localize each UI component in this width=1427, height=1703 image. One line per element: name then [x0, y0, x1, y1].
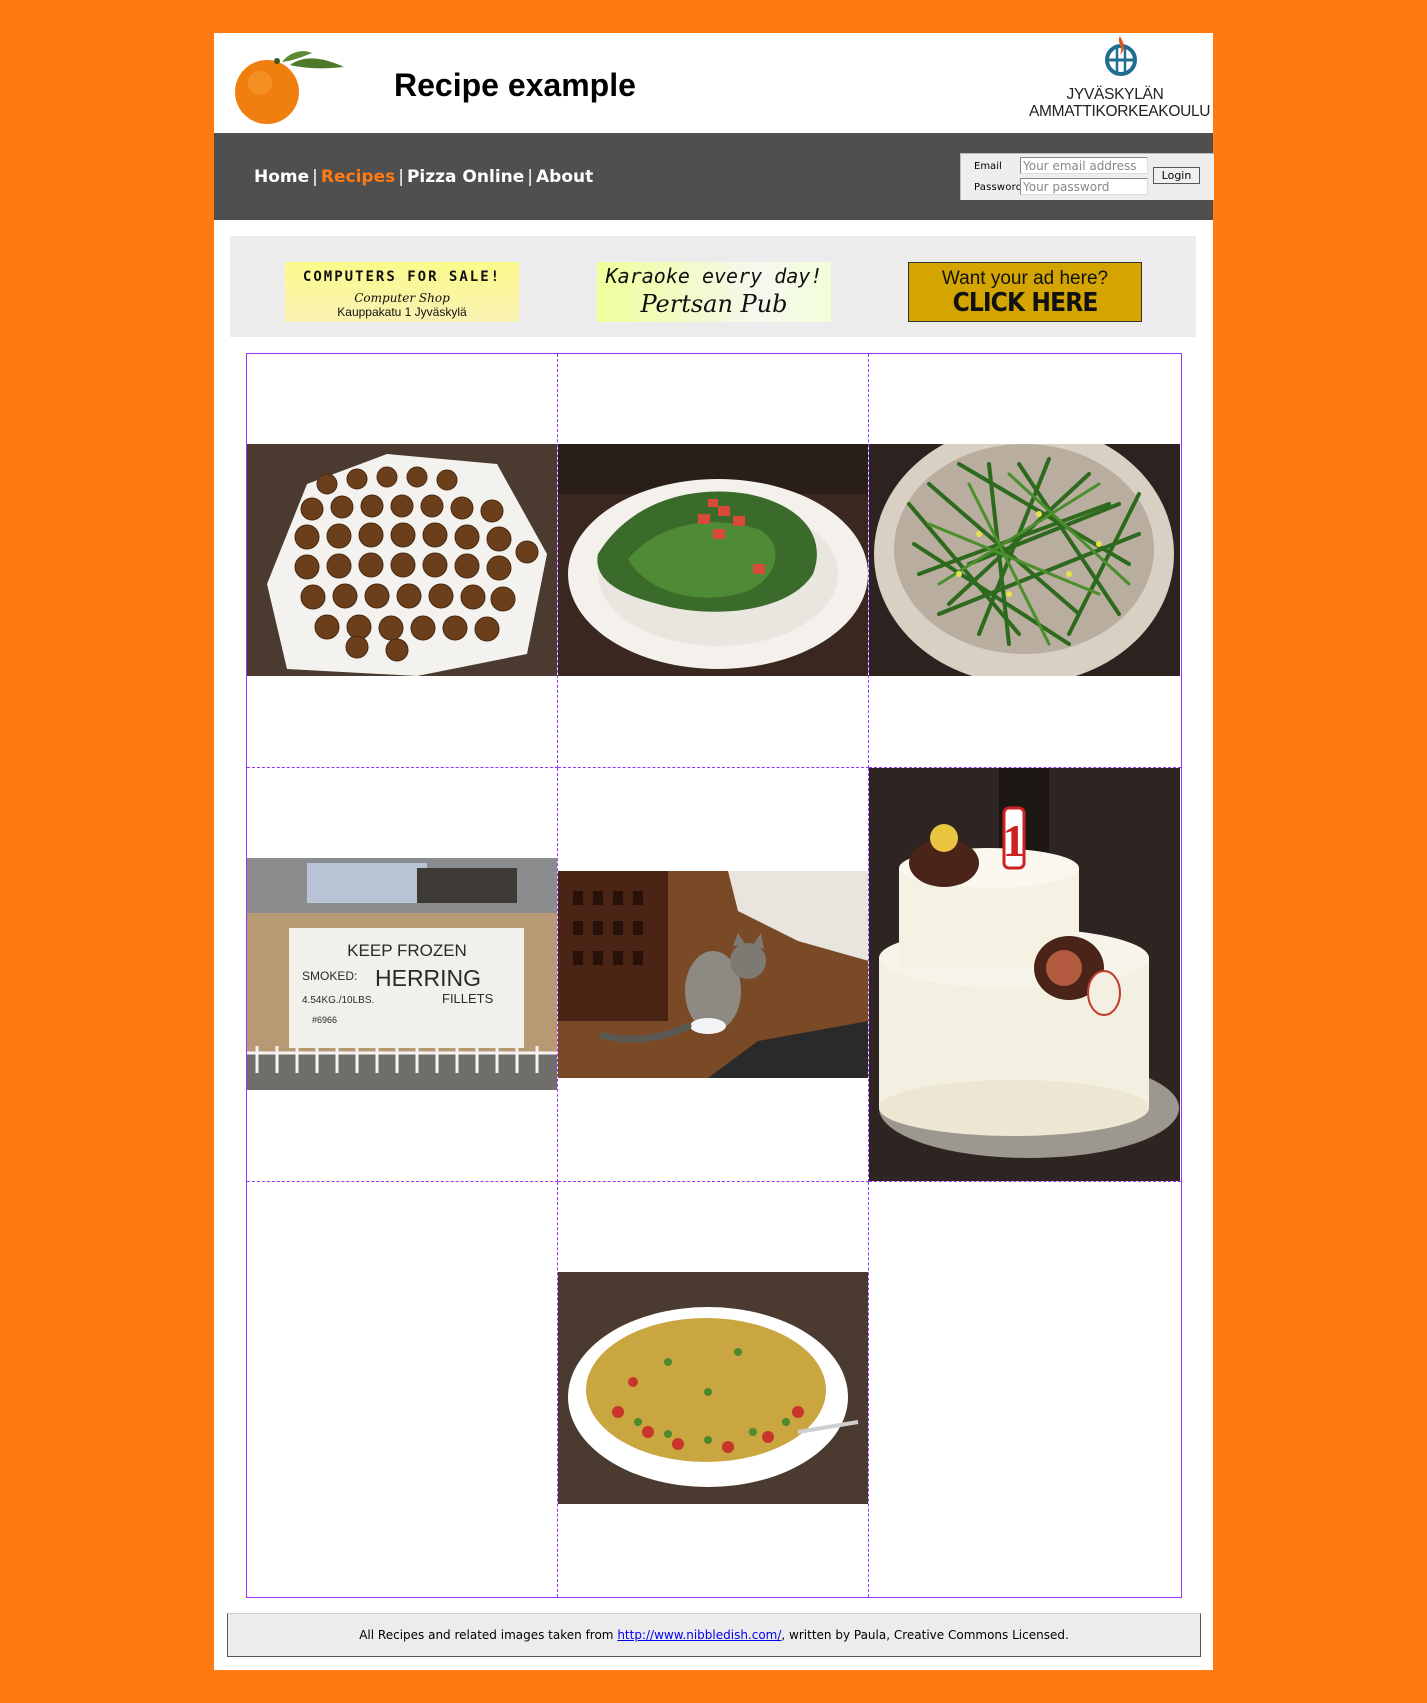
green-beans-bowl-photo[interactable]: [869, 444, 1180, 676]
svg-text:1: 1: [1003, 815, 1026, 866]
nav-separator: |: [312, 167, 318, 187]
casserole-photo[interactable]: [558, 1272, 869, 1504]
login-button[interactable]: Login: [1153, 167, 1200, 184]
email-label: Email: [974, 161, 1002, 172]
recipe-cell: [558, 768, 869, 1182]
ad-karaoke[interactable]: Karaoke every day! Pertsan Pub: [597, 262, 831, 322]
recipe-cell: [247, 354, 558, 768]
password-input[interactable]: [1020, 178, 1148, 195]
nav-about[interactable]: About: [536, 167, 593, 187]
recipe-cell: KEEP FROZEN SMOKED: HERRING FILLETS 4.54…: [247, 768, 558, 1182]
ad-banner-bar: COMPUTERS FOR SALE! Computer Shop Kauppa…: [230, 236, 1196, 337]
recipe-cell-empty: [247, 1182, 558, 1597]
ad-want-your-ad[interactable]: Want your ad here? CLICK HERE: [908, 262, 1142, 322]
nav-home[interactable]: Home: [254, 167, 309, 187]
institution-name-line1: JYVÄSKYLÄN: [1066, 86, 1164, 103]
birthday-cake-photo[interactable]: 1: [869, 768, 1180, 1182]
herring-box-label: FILLETS: [442, 991, 494, 1006]
ad-headline: Want your ad here?: [941, 268, 1109, 289]
recipe-grid: KEEP FROZEN SMOKED: HERRING FILLETS 4.54…: [246, 353, 1182, 1598]
ad-headline: Karaoke every day!: [605, 264, 823, 288]
page-container: Recipe example JYVÄSKYLÄN AMMATTIKORKEAK…: [214, 33, 1214, 1670]
herring-box-label: HERRING: [375, 965, 481, 991]
login-form: Email Password Login: [960, 153, 1214, 200]
recipe-cell: [869, 354, 1181, 768]
ad-address: Kauppakatu 1 Jyväskylä: [337, 305, 467, 319]
recipe-cell: [558, 1182, 869, 1597]
keep-frozen-herring-box-photo[interactable]: KEEP FROZEN SMOKED: HERRING FILLETS 4.54…: [247, 858, 557, 1090]
nav-separator: |: [527, 167, 534, 187]
navbar: Home | Recipes | Pizza Online | About Email Pa…: [214, 133, 1214, 220]
ad-pub-name: Pertsan Pub: [640, 290, 788, 318]
orange-logo: [235, 51, 344, 124]
herring-box-label: KEEP FROZEN: [347, 941, 467, 960]
page-title: Recipe example: [394, 67, 636, 103]
nav-separator: |: [398, 167, 404, 187]
ad-headline: COMPUTERS FOR SALE!: [302, 269, 502, 285]
ad-computers-for-sale[interactable]: COMPUTERS FOR SALE! Computer Shop Kauppa…: [285, 262, 519, 322]
password-label: Password: [974, 182, 1023, 193]
recipe-cell: [558, 354, 869, 768]
main-nav: Home | Recipes | Pizza Online | About: [254, 167, 593, 187]
footer-source-link[interactable]: http://www.nibbledish.com/: [617, 1628, 781, 1642]
herring-box-label: SMOKED:: [302, 969, 357, 983]
recipe-cell-empty: [869, 1182, 1181, 1597]
ad-click-here: CLICK HERE: [952, 288, 1099, 318]
fish-cakes-photo[interactable]: [247, 444, 557, 676]
institution-name-line2: AMMATTIKORKEAKOULU: [1029, 103, 1211, 120]
recipe-cell: 1: [869, 768, 1181, 1182]
footer-text: , written by Paula, Creative Commons Lic…: [781, 1628, 1069, 1642]
nav-pizza-online[interactable]: Pizza Online: [407, 167, 524, 187]
herring-box-label: 4.54KG./10LBS.: [302, 995, 374, 1006]
nav-recipes[interactable]: Recipes: [321, 167, 395, 187]
herring-box-label: #6966: [312, 1015, 337, 1025]
header: Recipe example JYVÄSKYLÄN AMMATTIKORKEAK…: [214, 33, 1213, 133]
salad-plate-photo[interactable]: [558, 444, 869, 676]
footer-text: All Recipes and related images taken fro…: [359, 1628, 618, 1642]
cat-photo[interactable]: [558, 871, 869, 1078]
email-input[interactable]: [1020, 157, 1148, 174]
ad-shop-name: Computer Shop: [354, 291, 450, 305]
footer: All Recipes and related images taken fro…: [227, 1613, 1201, 1657]
